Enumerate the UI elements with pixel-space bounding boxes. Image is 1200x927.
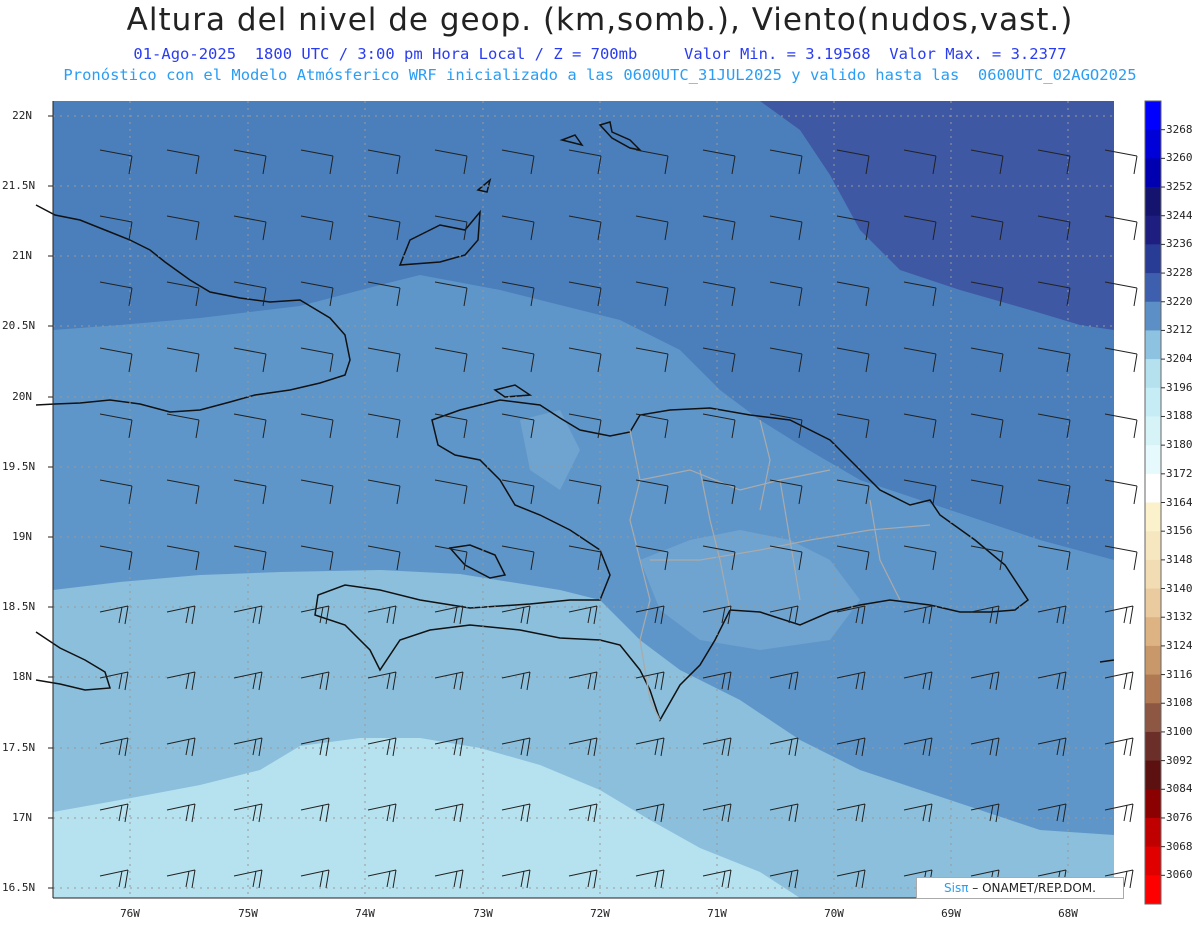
lat-label: 20N: [12, 390, 32, 403]
colorbar-swatch: [1145, 273, 1161, 303]
colorbar-swatch: [1145, 129, 1161, 159]
lat-label: 18.5N: [2, 600, 36, 613]
colorbar-label: 3116: [1166, 667, 1193, 681]
lon-label: 75W: [238, 907, 258, 920]
colorbar-swatch: [1145, 817, 1161, 848]
lon-label: 76W: [120, 907, 140, 920]
lat-label: 16.5N: [2, 881, 36, 894]
lat-label: 22N: [12, 109, 32, 122]
lon-label: 73W: [473, 907, 493, 920]
lon-label: 74W: [355, 907, 375, 920]
colorbar-label: 3172: [1166, 466, 1193, 480]
lat-label: 21N: [12, 249, 32, 262]
colorbar-label: 3204: [1166, 352, 1193, 366]
colorbar-label: 3212: [1166, 323, 1193, 337]
colorbar-label: 3260: [1166, 151, 1193, 165]
colorbar-label: 3132: [1166, 610, 1193, 624]
colorbar-label: 3140: [1166, 581, 1193, 595]
lon-label: 70W: [824, 907, 844, 920]
colorbar-label: 3228: [1166, 266, 1193, 280]
colorbar-label: 3100: [1166, 724, 1193, 738]
lat-label: 19N: [12, 530, 32, 543]
colorbar: [1144, 100, 1165, 905]
lon-label: 71W: [707, 907, 727, 920]
colorbar-swatch: [1145, 416, 1161, 446]
lat-label: 21.5N: [2, 179, 36, 192]
colorbar-swatch: [1145, 330, 1161, 360]
colorbar-swatch: [1145, 387, 1161, 417]
lat-label: 19.5N: [2, 460, 36, 473]
colorbar-swatch: [1145, 875, 1161, 905]
colorbar-swatch: [1145, 731, 1161, 762]
colorbar-label: 3124: [1166, 638, 1193, 652]
lon-label: 72W: [590, 907, 610, 920]
colorbar-swatch: [1145, 187, 1161, 217]
colorbar-swatch: [1145, 531, 1161, 561]
colorbar-swatch: [1145, 789, 1161, 819]
colorbar-label: 3084: [1166, 782, 1193, 796]
sis-logo-text: Sis: [944, 881, 962, 895]
colorbar-label: 3252: [1166, 180, 1193, 194]
colorbar-label: 3196: [1166, 380, 1193, 394]
colorbar-swatch: [1145, 244, 1161, 274]
colorbar-label: 3236: [1166, 237, 1193, 251]
organization-text: – ONAMET/REP.DOM.: [968, 881, 1096, 895]
colorbar-swatch: [1145, 158, 1161, 188]
colorbar-swatch: [1145, 101, 1161, 131]
colorbar-label: 3268: [1166, 122, 1193, 136]
colorbar-swatch: [1145, 502, 1161, 532]
colorbar-label: 3164: [1166, 495, 1193, 509]
colorbar-swatch: [1145, 559, 1161, 590]
colorbar-label: 3148: [1166, 552, 1193, 566]
colorbar-swatch: [1145, 301, 1161, 331]
colorbar-swatch: [1145, 215, 1161, 245]
colorbar-label: 3060: [1166, 868, 1193, 882]
colorbar-swatch: [1145, 645, 1161, 676]
colorbar-label: 3244: [1166, 208, 1193, 222]
colorbar-swatch: [1145, 703, 1161, 733]
lat-label: 18N: [12, 670, 32, 683]
colorbar-swatch: [1145, 473, 1161, 503]
colorbar-label: 3156: [1166, 524, 1193, 538]
credit-box: Sisπ – ONAMET/REP.DOM.: [916, 877, 1124, 899]
lat-label: 17.5N: [2, 741, 36, 754]
colorbar-swatch: [1145, 588, 1161, 618]
lon-label: 69W: [941, 907, 961, 920]
colorbar-label: 3076: [1166, 810, 1193, 824]
colorbar-label: 3220: [1166, 294, 1193, 308]
colorbar-label: 3092: [1166, 753, 1193, 767]
lat-label: 17N: [12, 811, 32, 824]
geopotential-map: [35, 100, 1165, 905]
colorbar-label: 3180: [1166, 438, 1193, 452]
colorbar-swatch: [1145, 760, 1161, 790]
colorbar-swatch: [1145, 674, 1161, 704]
colorbar-label: 3188: [1166, 409, 1193, 423]
colorbar-swatch: [1145, 617, 1161, 647]
lon-label: 68W: [1058, 907, 1078, 920]
colorbar-swatch: [1145, 445, 1161, 475]
lat-label: 20.5N: [2, 319, 36, 332]
colorbar-label: 3108: [1166, 696, 1193, 710]
colorbar-swatch: [1145, 846, 1161, 876]
colorbar-swatch: [1145, 359, 1161, 389]
colorbar-label: 3068: [1166, 839, 1193, 853]
